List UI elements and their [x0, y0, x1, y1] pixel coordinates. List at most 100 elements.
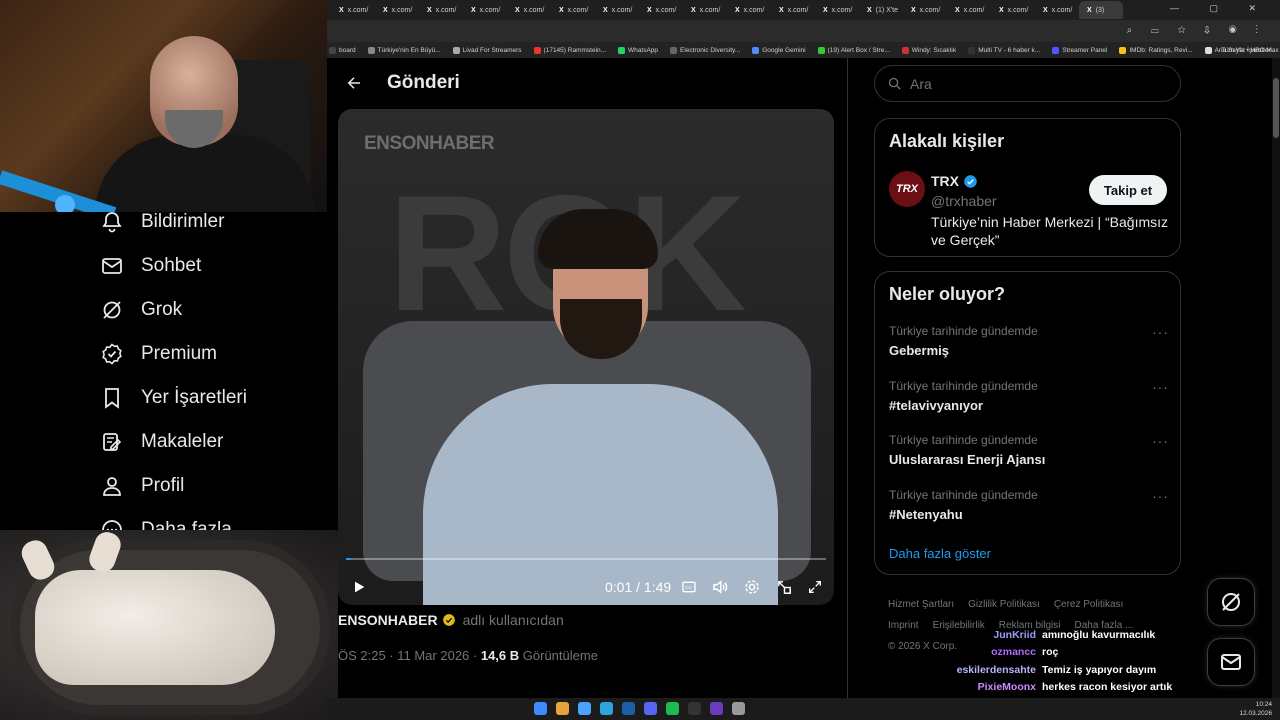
taskbar-app-icon[interactable] [710, 702, 723, 715]
scroll-thumb[interactable] [1273, 78, 1279, 138]
taskbar-app-icon[interactable] [666, 702, 679, 715]
browser-tab[interactable]: Xx.com/ [639, 1, 683, 19]
trend-more-button[interactable]: ··· [1152, 433, 1169, 449]
browser-tab[interactable]: Xx.com/ [991, 1, 1035, 19]
bookmark-item[interactable]: Windy: Sıcaklık [901, 46, 956, 54]
footer-link[interactable]: Çerez Politikası [1054, 599, 1123, 610]
browser-tab[interactable]: Xx.com/ [903, 1, 947, 19]
fullscreen-button[interactable] [802, 574, 828, 600]
taskbar-app-icon[interactable] [534, 702, 547, 715]
nav-item-person[interactable]: Profil [96, 464, 184, 508]
bookmark-item[interactable]: Multi TV - 6 haber k... [968, 46, 1040, 54]
search-box[interactable]: Ara [874, 65, 1181, 102]
taskbar-app-icon[interactable] [556, 702, 569, 715]
chat-message: ozmancc roç [880, 644, 1200, 662]
trend-more-button[interactable]: ··· [1152, 379, 1169, 395]
pip-button[interactable] [771, 574, 797, 600]
grok-floating-button[interactable] [1207, 578, 1255, 626]
post-author-name[interactable]: ENSONHABER [338, 612, 438, 628]
taskbar-clock[interactable]: 10:24 12.03.2026 [1239, 700, 1272, 718]
search-input[interactable]: Ara [910, 76, 932, 92]
browser-tab[interactable]: X (3) [1079, 1, 1123, 19]
chat-text: herkes racon kesiyor artık [1042, 681, 1173, 694]
nav-item-verified[interactable]: Premium [96, 332, 217, 376]
trend-item[interactable]: Türkiye tarihinde gündemde #Netenyahu ··· [889, 488, 1169, 522]
window-controls[interactable]: — ▢ ✕ [1170, 3, 1270, 14]
bookmark-icon [96, 382, 128, 414]
browser-tab[interactable]: Xx.com/ [815, 1, 859, 19]
browser-tab[interactable]: Xx.com/ [1035, 1, 1079, 19]
bookmark-item[interactable]: Google Gemini [752, 46, 806, 54]
trend-item[interactable]: Türkiye tarihinde gündemde #telavivyanıyo… [889, 379, 1169, 413]
taskbar-app-icon[interactable] [732, 702, 745, 715]
browser-tab-label: (1) X'te [875, 6, 899, 14]
bookmark-item[interactable]: IMDb: Ratings, Revi... [1119, 46, 1193, 54]
bookmark-item[interactable]: Streamer Panel [1052, 46, 1107, 54]
nav-item-label: Bildirimler [141, 211, 225, 232]
x-logo-icon: X [735, 6, 740, 14]
browser-tab[interactable]: Xx.com/ [727, 1, 771, 19]
taskbar-app-icon[interactable] [644, 702, 657, 715]
browser-tab[interactable]: Xx.com/ [771, 1, 815, 19]
follow-button[interactable]: Takip et [1089, 175, 1167, 205]
bookmark-item[interactable]: board [329, 46, 356, 54]
browser-tab[interactable]: Xx.com/ [331, 1, 375, 19]
browser-toolbar-icons[interactable]: ⌕ ▭ ☆ ⇩ ◉ ⋮ [1127, 25, 1266, 36]
show-more-link[interactable]: Daha fazla göster [889, 546, 991, 561]
browser-tab[interactable]: Xx.com/ [419, 1, 463, 19]
bookmark-item[interactable]: (17145) Rammstein... [533, 46, 606, 54]
page-scrollbar[interactable] [1272, 58, 1280, 698]
browser-tab[interactable]: Xx.com/ [507, 1, 551, 19]
all-bookmarks-button[interactable]: Tüm Yer İşaretleri [1221, 47, 1272, 54]
bookmark-label: board [339, 46, 356, 54]
messages-floating-button[interactable] [1207, 638, 1255, 686]
chat-username: ozmancc [991, 646, 1036, 659]
browser-tab[interactable]: Xx.com/ [683, 1, 727, 19]
browser-tab[interactable]: X (1) X'te [859, 1, 903, 19]
trend-more-button[interactable]: ··· [1152, 488, 1169, 504]
nav-item-bell[interactable]: Bildirimler [96, 200, 224, 244]
nav-item-mail[interactable]: Sohbet [96, 244, 201, 288]
bookmark-item[interactable]: Türkiye'nin En Büyü... [367, 46, 441, 54]
x-logo-icon: X [691, 6, 696, 14]
browser-address-bar[interactable]: ⌕ ▭ ☆ ⇩ ◉ ⋮ [327, 20, 1280, 42]
taskbar-app-icon[interactable] [622, 702, 635, 715]
browser-tab[interactable]: Xx.com/ [463, 1, 507, 19]
bookmark-item[interactable]: Electronic Diversity... [670, 46, 740, 54]
taskbar-app-icon[interactable] [688, 702, 701, 715]
browser-tab-label: x.com/ [831, 6, 853, 14]
footer-link[interactable]: Gizlilik Politikası [968, 599, 1040, 610]
browser-tab[interactable]: Xx.com/ [375, 1, 419, 19]
trends-title: Neler oluyor? [889, 284, 1006, 304]
post-views-count: 14,6 B [480, 648, 520, 663]
trend-item[interactable]: Türkiye tarihinde gündemde Uluslararası E… [889, 433, 1169, 467]
browser-tab[interactable]: Xx.com/ [595, 1, 639, 19]
nav-item-bookmark[interactable]: Yer İşaretleri [96, 376, 247, 420]
bookmark-item[interactable]: WhatsApp [618, 46, 658, 54]
related-person-name-row[interactable]: TRX [931, 173, 978, 189]
chat-text: Temiz iş yapıyor dayım [1042, 663, 1157, 676]
bookmark-item[interactable]: (19) Alert Box / Stre... [817, 46, 890, 54]
video-progress-bar[interactable] [346, 558, 826, 560]
nav-item-article[interactable]: Makaleler [96, 420, 223, 464]
volume-button[interactable] [707, 574, 733, 600]
avatar[interactable]: TRX [889, 171, 925, 207]
browser-tab[interactable]: Xx.com/ [551, 1, 595, 19]
nav-item-grok[interactable]: Grok [96, 288, 182, 332]
taskbar-time: 10:24 [1255, 701, 1272, 708]
post-timestamp[interactable]: ÖS 2:25 · 11 Mar 2026 · [338, 648, 481, 663]
taskbar-app-icon[interactable] [600, 702, 613, 715]
trend-item[interactable]: Türkiye tarihinde gündemde Gebermiş ··· [889, 324, 1169, 358]
trend-more-button[interactable]: ··· [1152, 324, 1169, 340]
settings-button[interactable] [739, 574, 765, 600]
arrow-left-icon [347, 77, 360, 89]
taskbar-app-icon[interactable] [578, 702, 591, 715]
captions-button[interactable]: CC [676, 574, 702, 600]
play-button[interactable] [346, 574, 372, 600]
video-player[interactable]: ENSONHABER ROK 0:01 / 1:49 CC [338, 109, 834, 605]
browser-tab-label: x.com/ [787, 6, 809, 14]
bookmark-item[interactable]: Livad For Streamers [452, 46, 522, 54]
back-button[interactable] [334, 63, 374, 103]
footer-link[interactable]: Hizmet Şartları [888, 599, 954, 610]
browser-tab[interactable]: Xx.com/ [947, 1, 991, 19]
